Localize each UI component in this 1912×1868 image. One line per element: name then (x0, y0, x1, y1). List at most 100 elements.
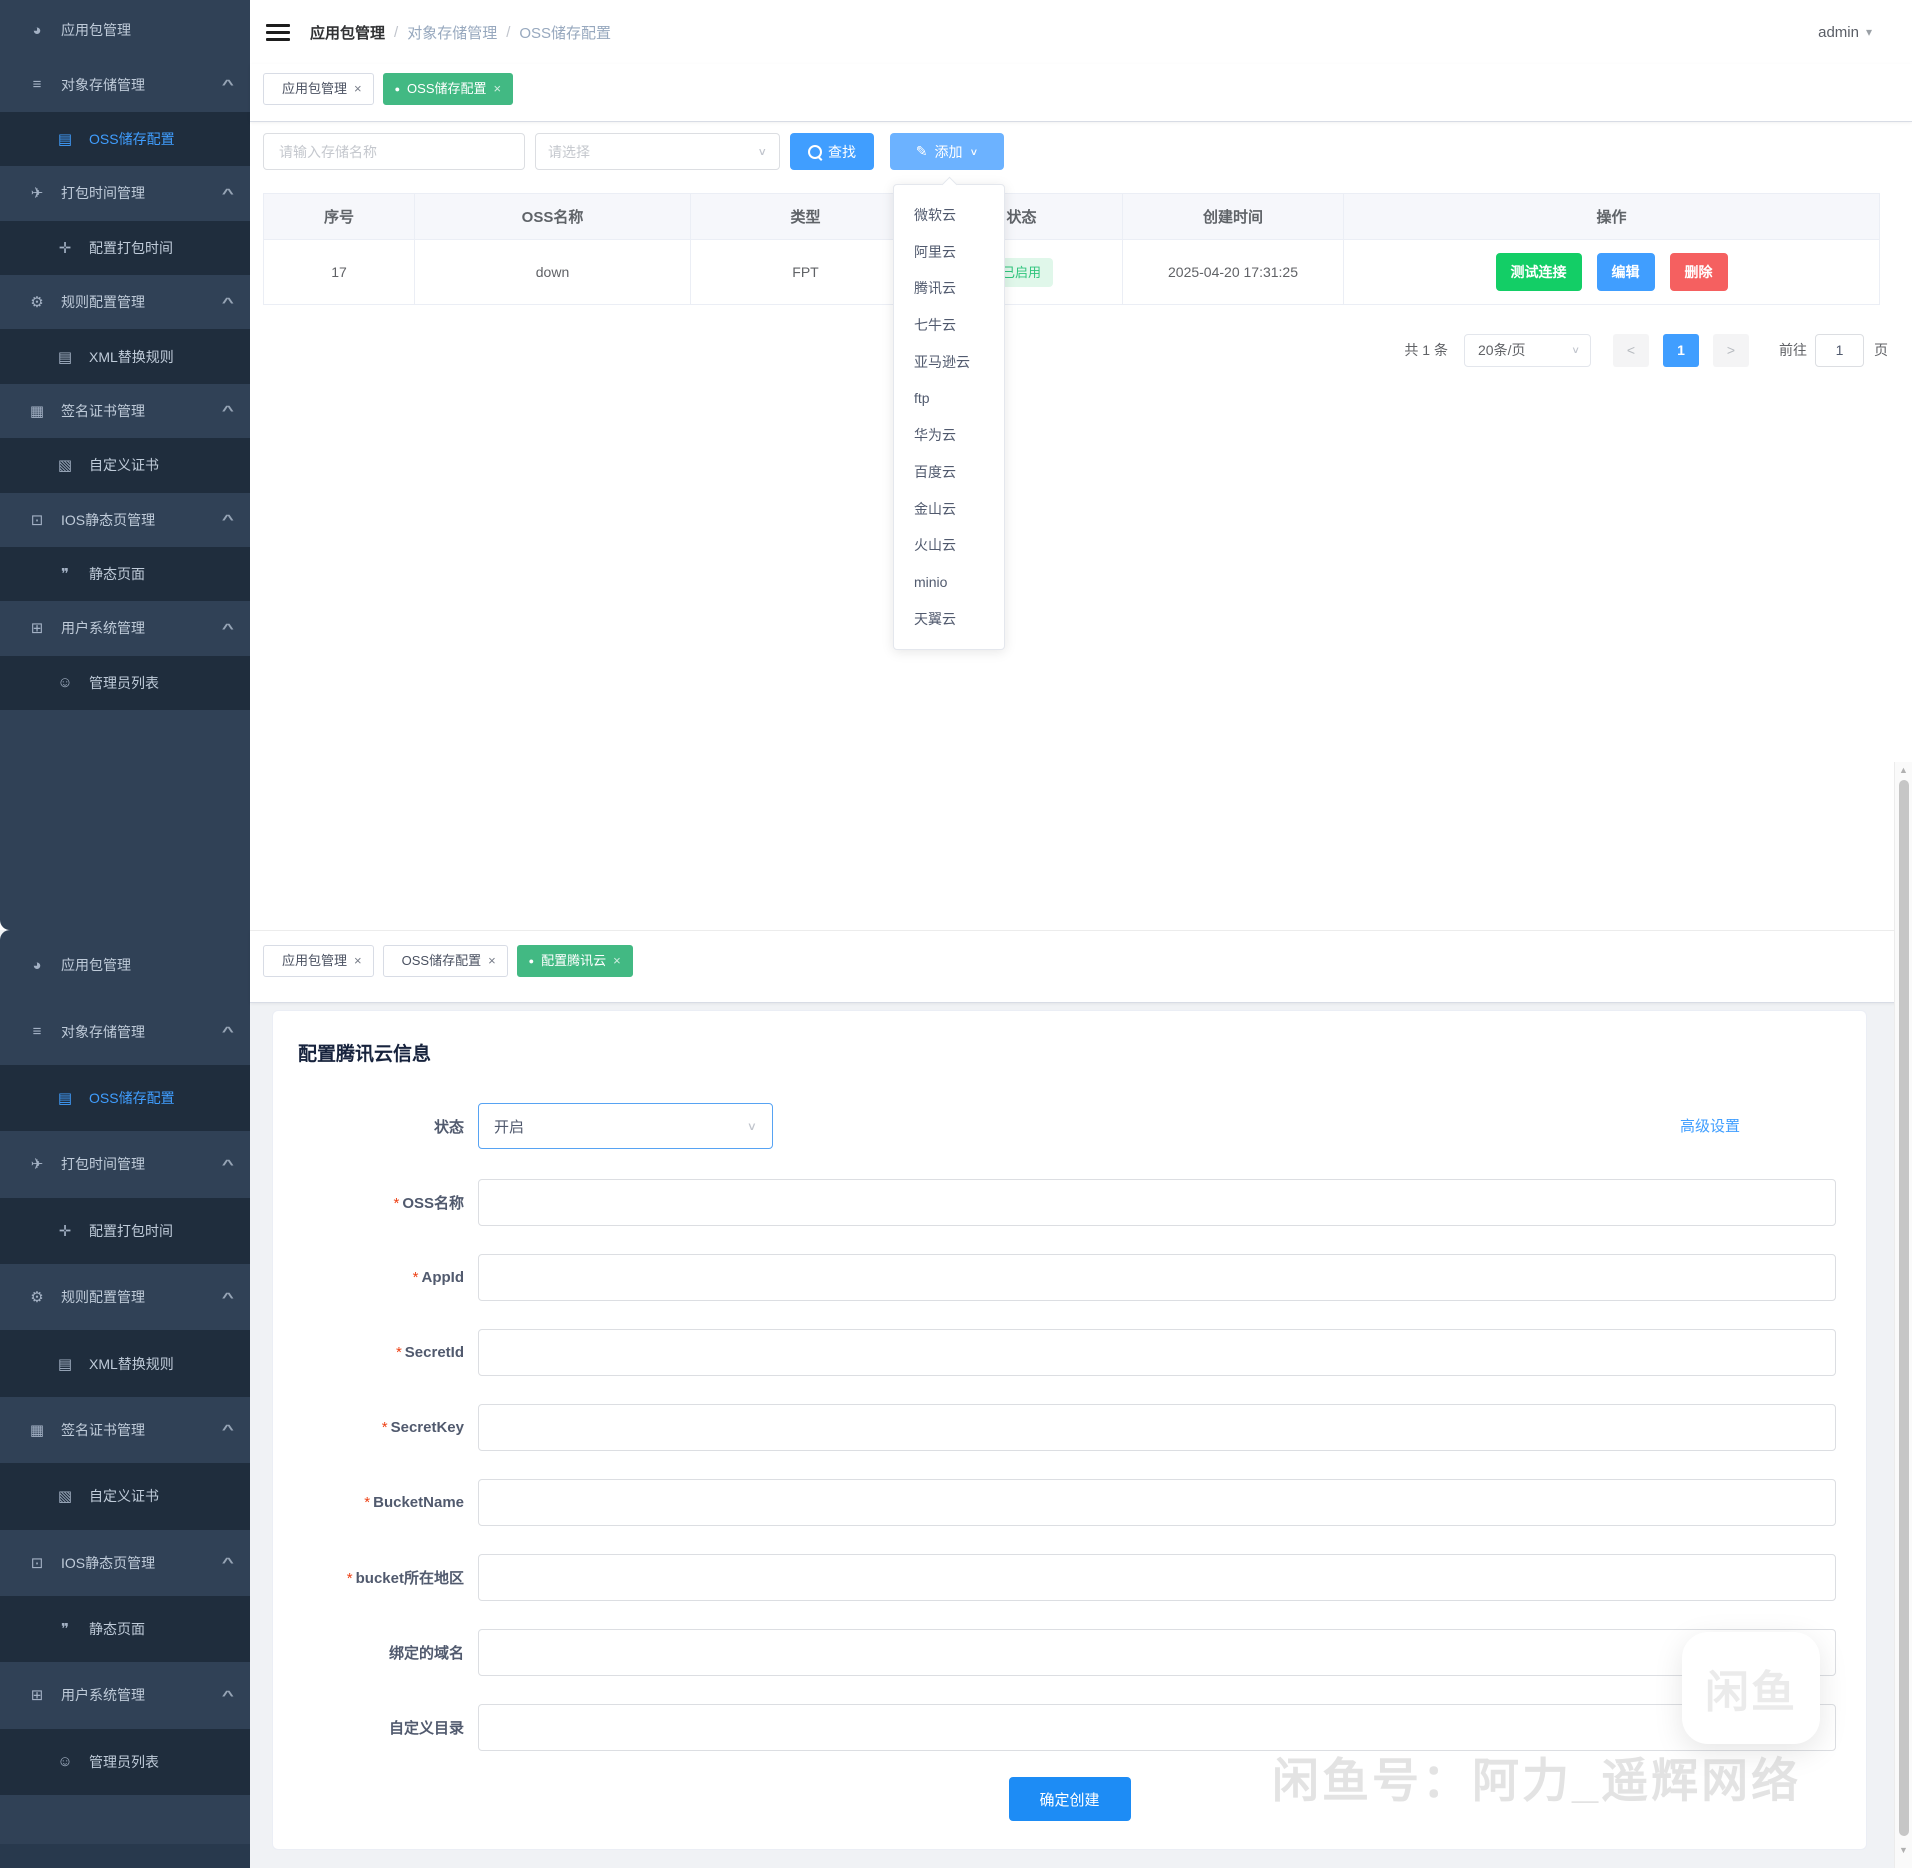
dropdown-menu-item[interactable]: 天翼云 (894, 601, 1004, 638)
sidebar-item[interactable]: ▤ XML替换规则 (0, 329, 250, 383)
field-input[interactable] (478, 1704, 1836, 1751)
breadcrumb-item[interactable]: 应用包管理 (310, 22, 385, 43)
field-input[interactable] (478, 1179, 1836, 1226)
view-tab[interactable]: 应用包管理 × (263, 945, 374, 977)
sidebar-item[interactable]: ⊞ 用户系统管理 ^ (0, 1662, 250, 1728)
hamburger-icon[interactable] (266, 20, 290, 45)
dropdown-menu-item[interactable]: ftp (894, 380, 1004, 417)
sidebar-item[interactable]: ▤ OSS储存配置 (0, 112, 250, 166)
field-input[interactable] (478, 1479, 1836, 1526)
goto-label: 前往 (1779, 340, 1807, 360)
dropdown-menu-item[interactable]: 阿里云 (894, 234, 1004, 271)
close-icon[interactable]: × (354, 946, 362, 976)
breadcrumb-item[interactable]: 对象存储管理 (407, 22, 497, 43)
scrollbar-thumb[interactable] (1899, 780, 1909, 1836)
search-icon (808, 145, 822, 159)
sidebar-item-label: 自定义证书 (89, 455, 159, 475)
sidebar-item[interactable]: ◕ 应用包管理 (0, 932, 250, 998)
breadcrumb-item[interactable]: / (506, 24, 510, 41)
prev-page-button[interactable]: < (1613, 334, 1649, 367)
dropdown-menu-item[interactable]: 百度云 (894, 454, 1004, 491)
sidebar-item[interactable]: ❞ 静态页面 (0, 547, 250, 601)
sidebar-item[interactable]: ⊡ IOS静态页管理 ^ (0, 493, 250, 547)
sidebar-item[interactable]: ≡ 对象存储管理 ^ (0, 998, 250, 1064)
dropdown-menu-item[interactable]: 火山云 (894, 527, 1004, 564)
sidebar-item[interactable]: ◕ 应用包管理 (0, 3, 250, 57)
close-icon[interactable]: × (354, 74, 362, 104)
sidebar-item[interactable]: ❞ 静态页面 (0, 1596, 250, 1662)
sidebar-item[interactable]: ✛ 配置打包时间 (0, 221, 250, 275)
sidebar-item[interactable]: ⊞ 用户系统管理 ^ (0, 601, 250, 655)
breadcrumb-item[interactable]: OSS储存配置 (519, 22, 611, 43)
next-page-button[interactable]: > (1713, 334, 1749, 367)
dropdown-menu-item[interactable]: 亚马逊云 (894, 344, 1004, 381)
dropdown-menu-item[interactable]: 七牛云 (894, 307, 1004, 344)
field-input[interactable] (478, 1329, 1836, 1376)
chevron-up-icon: ^ (222, 1422, 234, 1437)
edit-button[interactable]: 编辑 (1597, 253, 1655, 291)
view-tab[interactable]: 应用包管理 × (263, 73, 374, 105)
scroll-up-icon[interactable]: ▲ (1895, 762, 1912, 778)
sidebar-item-label: OSS储存配置 (89, 1088, 175, 1108)
sidebar-item[interactable]: ▦ 签名证书管理 ^ (0, 384, 250, 438)
goto-page-input[interactable] (1815, 334, 1864, 367)
sidebar-item[interactable]: ✛ 配置打包时间 (0, 1198, 250, 1264)
sidebar-item[interactable]: ⚙ 规则配置管理 ^ (0, 1264, 250, 1330)
dropdown-menu-item[interactable]: 微软云 (894, 197, 1004, 234)
user-menu[interactable]: admin ▾ (1818, 24, 1872, 41)
sidebar-item[interactable]: ✈ 打包时间管理 ^ (0, 166, 250, 220)
sidebar-item[interactable]: ▧ 自定义证书 (0, 1463, 250, 1529)
sidebar-item[interactable]: ⊡ IOS静态页管理 ^ (0, 1530, 250, 1596)
view-tab[interactable]: ● 配置腾讯云 × (517, 945, 633, 977)
form-field-row: 绑定的域名 (273, 1629, 1866, 1676)
confirm-create-button[interactable]: 确定创建 (1009, 1777, 1131, 1821)
sidebar-item[interactable]: ⚙ 规则配置管理 ^ (0, 275, 250, 329)
chevron-up-icon: ^ (222, 295, 234, 310)
sidebar-footer (0, 1844, 250, 1868)
view-tab[interactable]: ● OSS储存配置 × (383, 73, 514, 105)
storage-name-input[interactable] (263, 133, 525, 170)
sidebar-item[interactable]: ▤ OSS储存配置 (0, 1065, 250, 1131)
field-label: 绑定的域名 (273, 1642, 478, 1663)
required-star: * (396, 1344, 402, 1361)
dropdown-menu-item[interactable]: 金山云 (894, 491, 1004, 528)
field-input[interactable] (478, 1254, 1836, 1301)
field-input[interactable] (478, 1404, 1836, 1451)
page-size-select[interactable]: 20条/页 ∨ (1464, 334, 1591, 367)
sidebar-item[interactable]: ☺ 管理员列表 (0, 656, 250, 710)
form-field-row: *OSS名称 (273, 1179, 1866, 1226)
dropdown-menu-item[interactable]: 腾讯云 (894, 270, 1004, 307)
advanced-settings-link[interactable]: 高级设置 (1680, 1115, 1740, 1136)
sidebar-item[interactable]: ✈ 打包时间管理 ^ (0, 1131, 250, 1197)
sidebar-item[interactable]: ▤ XML替换规则 (0, 1330, 250, 1396)
type-select[interactable]: 请选择 ∨ (535, 133, 780, 170)
sidebar-item[interactable]: ≡ 对象存储管理 ^ (0, 57, 250, 111)
dropdown-menu-item[interactable]: 华为云 (894, 417, 1004, 454)
active-dot-icon: ● (529, 957, 534, 966)
sidebar-item[interactable]: ☺ 管理员列表 (0, 1729, 250, 1795)
scroll-down-icon[interactable]: ▼ (1895, 1842, 1912, 1858)
test-connection-button[interactable]: 测试连接 (1496, 253, 1582, 291)
delete-button[interactable]: 删除 (1670, 253, 1728, 291)
current-page-button[interactable]: 1 (1663, 334, 1699, 367)
field-input[interactable] (478, 1629, 1836, 1676)
chevron-up-icon: ^ (222, 186, 234, 201)
sidebar: ◕ 应用包管理 ≡ 对象存储管理 ^ ▤ OSS储存配置 ✈ (0, 0, 250, 930)
pagination-total: 共 1 条 (1404, 340, 1448, 360)
add-button[interactable]: ✎ 添加 ∨ (890, 133, 1004, 170)
status-select[interactable]: 开启 ∨ (478, 1103, 773, 1149)
form-field-row: 自定义目录 (273, 1704, 1866, 1751)
dropdown-menu-item[interactable]: minio (894, 564, 1004, 601)
chat-icon: ❞ (55, 565, 75, 583)
sidebar-item[interactable]: ▧ 自定义证书 (0, 438, 250, 492)
field-input[interactable] (478, 1554, 1836, 1601)
close-icon[interactable]: × (494, 74, 502, 104)
view-tab[interactable]: OSS储存配置 × (383, 945, 508, 977)
chevron-up-icon: ^ (222, 621, 234, 636)
search-button[interactable]: 查找 (790, 133, 874, 170)
breadcrumb-item[interactable]: / (394, 24, 398, 41)
sidebar-item[interactable]: ▦ 签名证书管理 ^ (0, 1397, 250, 1463)
close-icon[interactable]: × (488, 946, 496, 976)
close-icon[interactable]: × (613, 946, 621, 976)
dashboard-icon: ◕ (27, 957, 47, 974)
